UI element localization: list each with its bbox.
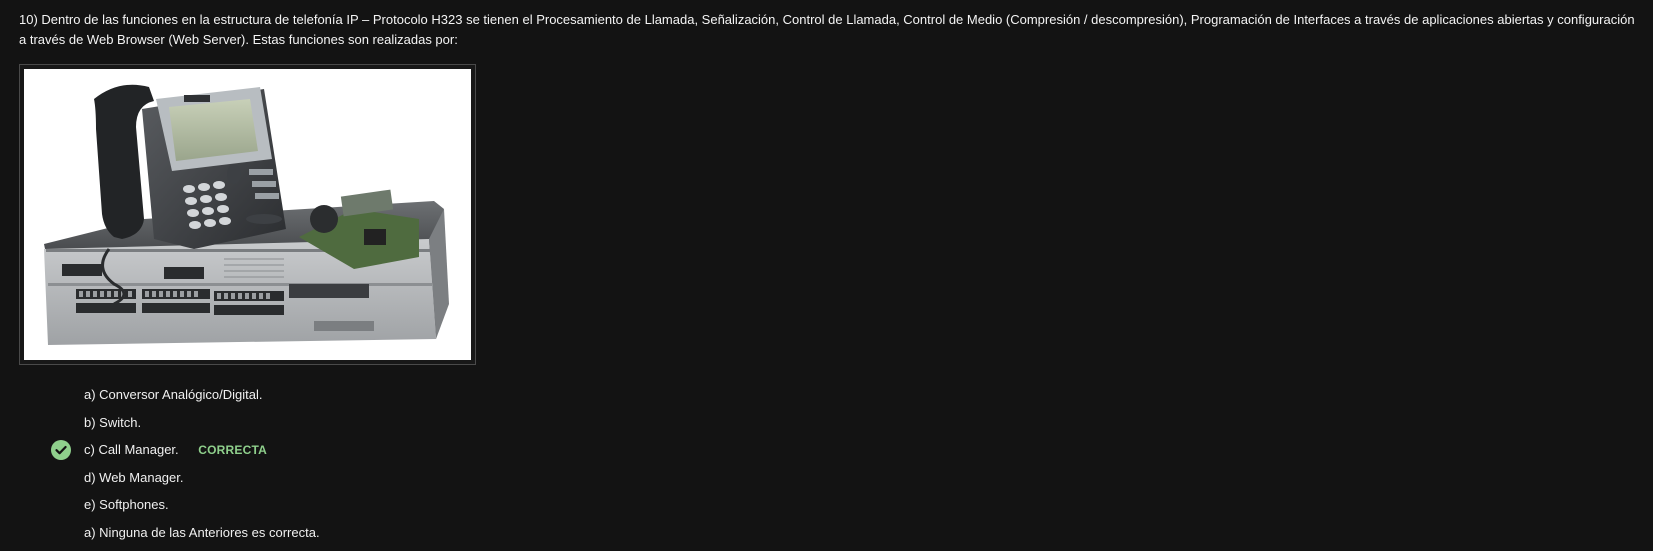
option-a: a) Conversor Analógico/Digital. xyxy=(84,385,320,413)
check-circle-icon xyxy=(51,440,71,461)
question-image xyxy=(19,64,476,365)
option-b: b) Switch. xyxy=(84,413,320,441)
option-e: e) Softphones. xyxy=(84,495,320,523)
option-f: a) Ninguna de las Anteriores es correcta… xyxy=(84,523,320,551)
option-d: d) Web Manager. xyxy=(84,468,320,496)
option-label: b) Switch. xyxy=(84,414,142,430)
option-label: c) Call Manager. xyxy=(84,442,179,458)
option-label: a) Conversor Analógico/Digital. xyxy=(84,387,263,402)
question-text: 10) Dentro de las funciones en la estruc… xyxy=(19,12,1635,47)
option-label: d) Web Manager. xyxy=(84,469,184,485)
correct-badge: CORRECTA xyxy=(198,443,267,458)
ip-phone-router-photo xyxy=(24,69,471,360)
answer-options: a) Conversor Analógico/Digital. b) Switc… xyxy=(51,385,320,551)
option-label: e) Softphones. xyxy=(84,497,169,513)
option-label: a) Ninguna de las Anteriores es correcta… xyxy=(84,524,320,540)
option-c: c) Call Manager. CORRECTA xyxy=(51,440,320,468)
